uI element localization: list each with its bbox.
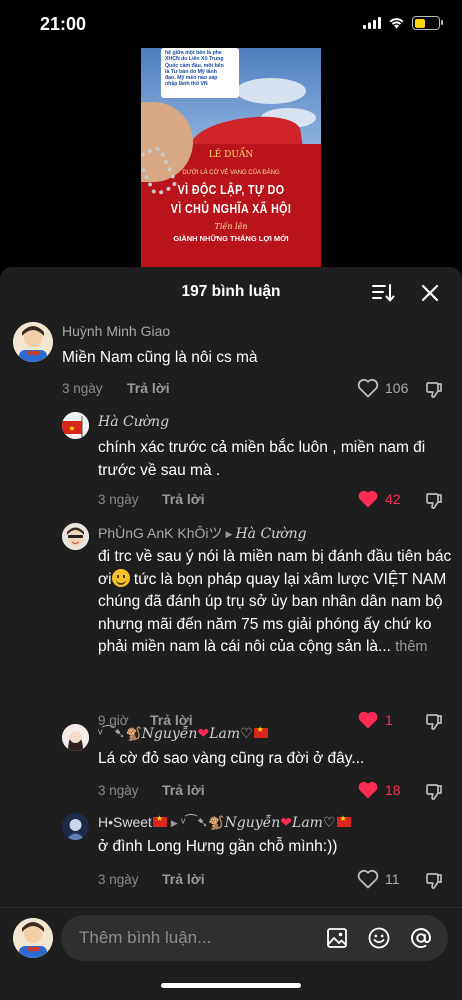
see-more-link[interactable]: thêm — [395, 639, 427, 655]
like-count: 106 — [385, 380, 409, 396]
comment-text: Lá cờ đỏ sao vàng cũng ra đời ở đây... — [98, 750, 365, 767]
avatar[interactable] — [62, 523, 89, 550]
battery-icon — [412, 16, 443, 30]
comment-author[interactable]: Huỳnh Minh Giao — [62, 323, 170, 339]
monkey-emoji-icon: 🐒 — [125, 726, 142, 741]
comment-author[interactable]: H•Sweet ▶ᵛ⁀➷🐒Nguyễn❤Lam♡ — [98, 814, 352, 831]
like-count: 42 — [385, 491, 401, 507]
image-icon[interactable] — [325, 926, 349, 950]
close-icon[interactable] — [418, 281, 442, 305]
heart-filled-icon — [358, 781, 378, 799]
comment-date: 3 ngày — [98, 872, 139, 887]
book-cloud — [236, 78, 306, 104]
svg-text:★: ★ — [68, 424, 75, 433]
dislike-icon[interactable] — [424, 871, 444, 891]
sheet-header: 197 bình luận — [0, 267, 462, 319]
status-time: 21:00 — [40, 14, 87, 34]
avatar[interactable]: ★ — [62, 412, 89, 439]
like-button[interactable]: 1 — [357, 710, 405, 730]
author-decoration: ᵛ⁀➷ — [98, 725, 126, 741]
signal-icon — [363, 17, 381, 29]
home-indicator — [161, 983, 301, 988]
comment-author[interactable]: Hà Cường — [98, 414, 169, 430]
reply-arrow-icon: ▶ — [170, 818, 178, 828]
caption-line: nhập lãnh thổ VN — [165, 81, 208, 88]
heart-emoji-icon: ❤ — [280, 814, 293, 830]
status-icons — [363, 16, 443, 30]
mention-icon[interactable] — [409, 926, 433, 950]
dislike-icon[interactable] — [424, 782, 444, 802]
dislike-icon[interactable] — [424, 712, 444, 732]
comment-text: Miền Nam cũng là nôi cs mà — [62, 349, 258, 366]
vietnam-flag-icon — [336, 814, 351, 827]
heart-outline-icon — [357, 869, 379, 889]
author-decoration: Lam♡ — [209, 726, 253, 742]
like-button[interactable]: 18 — [357, 780, 405, 800]
vietnam-flag-icon — [253, 725, 268, 738]
book-line2: Tiến lên — [214, 222, 248, 231]
sort-icon[interactable] — [371, 281, 395, 305]
comment-date: 3 ngày — [98, 783, 139, 798]
like-count: 1 — [385, 712, 393, 728]
author-name: PhÙnG AnK KhÔiツ — [98, 525, 223, 541]
reply-button[interactable]: Trả lời — [162, 782, 205, 798]
comment-input[interactable]: Thêm bình luận... — [61, 915, 448, 961]
reply-button[interactable]: Trả lời — [162, 871, 205, 887]
reply-arrow-icon: ▶ — [225, 529, 233, 539]
reply-to-name: Nguyễn — [224, 815, 281, 831]
book-line3: GIÀNH NHỮNG THẮNG LỢI MỚI — [173, 234, 289, 243]
vietnam-flag-icon — [152, 814, 167, 827]
reply-button[interactable]: Trả lời — [127, 380, 170, 396]
like-button[interactable]: 106 — [357, 378, 408, 398]
book-title1: VÌ ĐỘC LẬP, TỰ DO — [177, 182, 285, 197]
heart-filled-icon — [358, 490, 378, 508]
status-bar: 21:00 — [0, 0, 462, 50]
book-title2: VÌ CHỦ NGHĨA XÃ HỘI — [170, 201, 292, 216]
author-name: H•Sweet — [98, 814, 152, 830]
comment-text: đi trc về sau ý nói là miền nam bị đánh … — [98, 546, 454, 659]
comment-author[interactable]: PhÙnG AnK KhÔiツ ▶ Hà Cường — [98, 523, 307, 543]
avatar[interactable] — [62, 813, 89, 840]
monkey-emoji-icon: 🐒 — [208, 815, 225, 830]
reply-to-decoration: ᵛ⁀➷ — [180, 814, 209, 830]
comment-text: chính xác trước cả miền bắc luôn , miền … — [98, 439, 426, 479]
like-button[interactable]: 42 — [357, 489, 405, 509]
smile-emoji-icon — [111, 568, 130, 587]
comment-date: 3 ngày — [62, 381, 103, 396]
comment-text: ở đình Long Hưng gần chỗ mình:)) — [98, 838, 338, 855]
reply-to-decoration: Lam♡ — [292, 815, 336, 831]
emoji-icon[interactable] — [367, 926, 391, 950]
avatar[interactable] — [13, 322, 53, 362]
avatar[interactable] — [62, 724, 89, 751]
video-thumbnail[interactable]: LÊ DUẨN DƯỚI LÁ CỜ VẺ VANG CỦA ĐẢNG VÌ Đ… — [141, 48, 321, 270]
heart-filled-icon — [358, 711, 378, 729]
author-name: Nguyễn — [141, 726, 198, 742]
comment-input-placeholder: Thêm bình luận... — [79, 928, 212, 947]
like-count: 11 — [385, 871, 400, 887]
reply-button[interactable]: Trả lời — [162, 491, 205, 507]
dislike-icon[interactable] — [424, 491, 444, 511]
current-user-avatar[interactable] — [13, 918, 53, 958]
caption-card: hệ giữa một bên là phe XHCN do Liên Xô T… — [161, 48, 239, 98]
comment-date: 3 ngày — [98, 492, 139, 507]
like-button[interactable]: 11 — [357, 869, 405, 889]
heart-outline-icon — [357, 378, 379, 398]
like-count: 18 — [385, 782, 401, 798]
comment-author[interactable]: ᵛ⁀➷🐒Nguyễn❤Lam♡ — [98, 725, 269, 742]
reply-to-name: Hà Cường — [235, 526, 307, 542]
heart-emoji-icon: ❤ — [197, 725, 210, 741]
wifi-icon — [389, 18, 404, 29]
dislike-icon[interactable] — [424, 380, 444, 400]
comments-sheet: 197 bình luận Huỳnh Minh Giao Miền Nam c… — [0, 267, 462, 1000]
comments-list: Huỳnh Minh Giao Miền Nam cũng là nôi cs … — [0, 319, 462, 909]
